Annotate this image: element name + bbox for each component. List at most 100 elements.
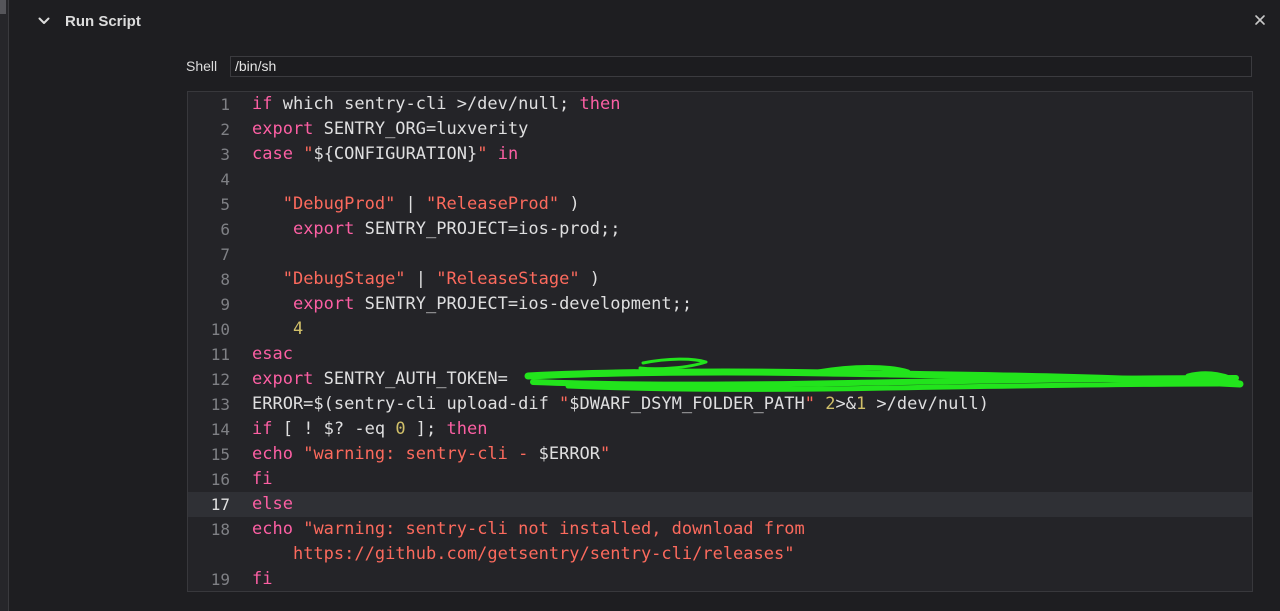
code-token: " [477, 144, 488, 164]
code-token: case [252, 144, 293, 164]
code-token: 4 [292, 319, 304, 339]
code-token: ]; [405, 419, 447, 439]
code-token: fi [252, 469, 273, 489]
code-token: "warning: sentry-cli - [303, 444, 539, 464]
code-token: | [395, 194, 427, 214]
line-number: 7 [220, 245, 230, 264]
code-text: https://github.com/getsentry/sentry-cli/… [252, 542, 795, 567]
code-line[interactable]: 18 echo "warning: sentry-cli not installe… [188, 517, 1252, 542]
code-token: in [497, 144, 519, 164]
code-text: fi [252, 467, 272, 492]
code-line[interactable]: 13 ERROR=$(sentry-cli upload-dif "$DWARF_… [188, 392, 1252, 417]
code-token: export [252, 369, 314, 389]
code-line[interactable]: 3 case "${CONFIGURATION}" in [188, 142, 1252, 167]
code-text: esac [252, 342, 293, 367]
code-token: "warning: sentry-cli not installed, down… [303, 519, 805, 539]
code-line[interactable]: 5 "DebugProd" | "ReleaseProd" ) [188, 192, 1252, 217]
line-number: 16 [210, 470, 230, 489]
code-line[interactable]: 7 [188, 242, 1252, 267]
code-text: export SENTRY_AUTH_TOKEN= [252, 367, 508, 392]
code-text: "DebugProd" | "ReleaseProd" ) [252, 192, 580, 217]
shell-input[interactable] [230, 55, 1252, 77]
code-line[interactable]: 19 fi [188, 567, 1252, 591]
close-icon[interactable] [1248, 8, 1272, 32]
line-number: 10 [210, 320, 230, 339]
code-token: 2 [825, 394, 836, 414]
line-number: 3 [220, 145, 230, 164]
code-text: fi [252, 567, 272, 591]
code-token: export [292, 219, 355, 239]
code-text: echo "warning: sentry-cli - $ERROR" [252, 442, 610, 467]
code-token: >& [835, 394, 856, 414]
line-number: 8 [220, 270, 230, 289]
code-token: SENTRY_AUTH_TOKEN= [313, 369, 508, 389]
code-text: export SENTRY_ORG=luxverity [252, 117, 528, 142]
code-line[interactable]: 6 export SENTRY_PROJECT=ios-prod;; [188, 217, 1252, 242]
code-text: echo "warning: sentry-cli not installed,… [252, 517, 805, 542]
code-text: if which sentry-cli >/dev/null; then [252, 92, 620, 117]
code-line[interactable]: 15 echo "warning: sentry-cli - $ERROR" [188, 442, 1252, 467]
code-line[interactable]: 16 fi [188, 467, 1252, 492]
code-text: 4 [252, 317, 303, 342]
code-token: ) [579, 269, 601, 289]
line-number: 5 [220, 195, 230, 214]
build-phase-header[interactable]: Run Script [30, 6, 141, 36]
line-number: 13 [210, 395, 230, 414]
code-line[interactable]: https://github.com/getsentry/sentry-cli/… [188, 542, 1252, 567]
code-token: $ERROR [538, 444, 601, 464]
code-text: ERROR=$(sentry-cli upload-dif "$DWARF_DS… [252, 392, 989, 417]
code-token: SENTRY_ORG=luxverity [313, 119, 529, 139]
shell-label: Shell [186, 58, 218, 74]
script-editor[interactable]: 1 if which sentry-cli >/dev/null; then 2 ex… [187, 91, 1253, 592]
code-text: if [ ! $? -eq 0 ]; then [252, 417, 487, 442]
line-number: 12 [210, 370, 230, 389]
code-token: " [600, 444, 611, 464]
code-token: | [405, 269, 437, 289]
code-token: "ReleaseProd" [426, 194, 560, 214]
code-token: $DWARF_DSYM_FOLDER_PATH [569, 394, 805, 414]
code-line[interactable]: 9 export SENTRY_PROJECT=ios-development;… [188, 292, 1252, 317]
line-number: 1 [220, 95, 230, 114]
code-token: then [579, 94, 621, 114]
line-number: 11 [210, 345, 230, 364]
code-line[interactable]: 10 4 [188, 317, 1252, 342]
code-token: echo [252, 519, 293, 539]
code-token: if [252, 419, 273, 439]
code-token: " [804, 394, 815, 414]
code-token: [ ! $? -eq [272, 419, 396, 439]
code-token: export [292, 294, 355, 314]
code-token: ERROR=$(sentry-cli upload-dif [252, 394, 560, 414]
code-line[interactable]: 4 [188, 167, 1252, 192]
code-text: export SENTRY_PROJECT=ios-prod;; [252, 217, 621, 242]
code-text: else [252, 492, 293, 517]
code-token: https://github.com/getsentry/sentry-cli/… [292, 544, 795, 564]
code-line[interactable]: 11 esac [188, 342, 1252, 367]
code-token: if [252, 94, 273, 114]
code-token: "ReleaseStage" [436, 269, 580, 289]
code-line[interactable]: 17 else [188, 492, 1252, 517]
code-line[interactable]: 12 export SENTRY_AUTH_TOKEN= [188, 367, 1252, 392]
code-token: " [303, 144, 314, 164]
code-token: " [559, 394, 570, 414]
chevron-down-icon[interactable] [30, 7, 58, 35]
left-panel-edge [0, 0, 9, 611]
code-line[interactable]: 2 export SENTRY_ORG=luxverity [188, 117, 1252, 142]
line-number: 19 [210, 570, 230, 589]
line-number: 4 [220, 170, 230, 189]
code-token: esac [252, 344, 293, 364]
code-token: then [446, 419, 488, 439]
code-line[interactable]: 8 "DebugStage" | "ReleaseStage" ) [188, 267, 1252, 292]
shell-row: Shell [186, 55, 1252, 77]
code-line[interactable]: 14 if [ ! $? -eq 0 ]; then [188, 417, 1252, 442]
code-token: ) [559, 194, 580, 214]
code-token: 1 [855, 394, 867, 414]
line-number: 15 [210, 445, 230, 464]
code-line[interactable]: 1 if which sentry-cli >/dev/null; then [188, 92, 1252, 117]
